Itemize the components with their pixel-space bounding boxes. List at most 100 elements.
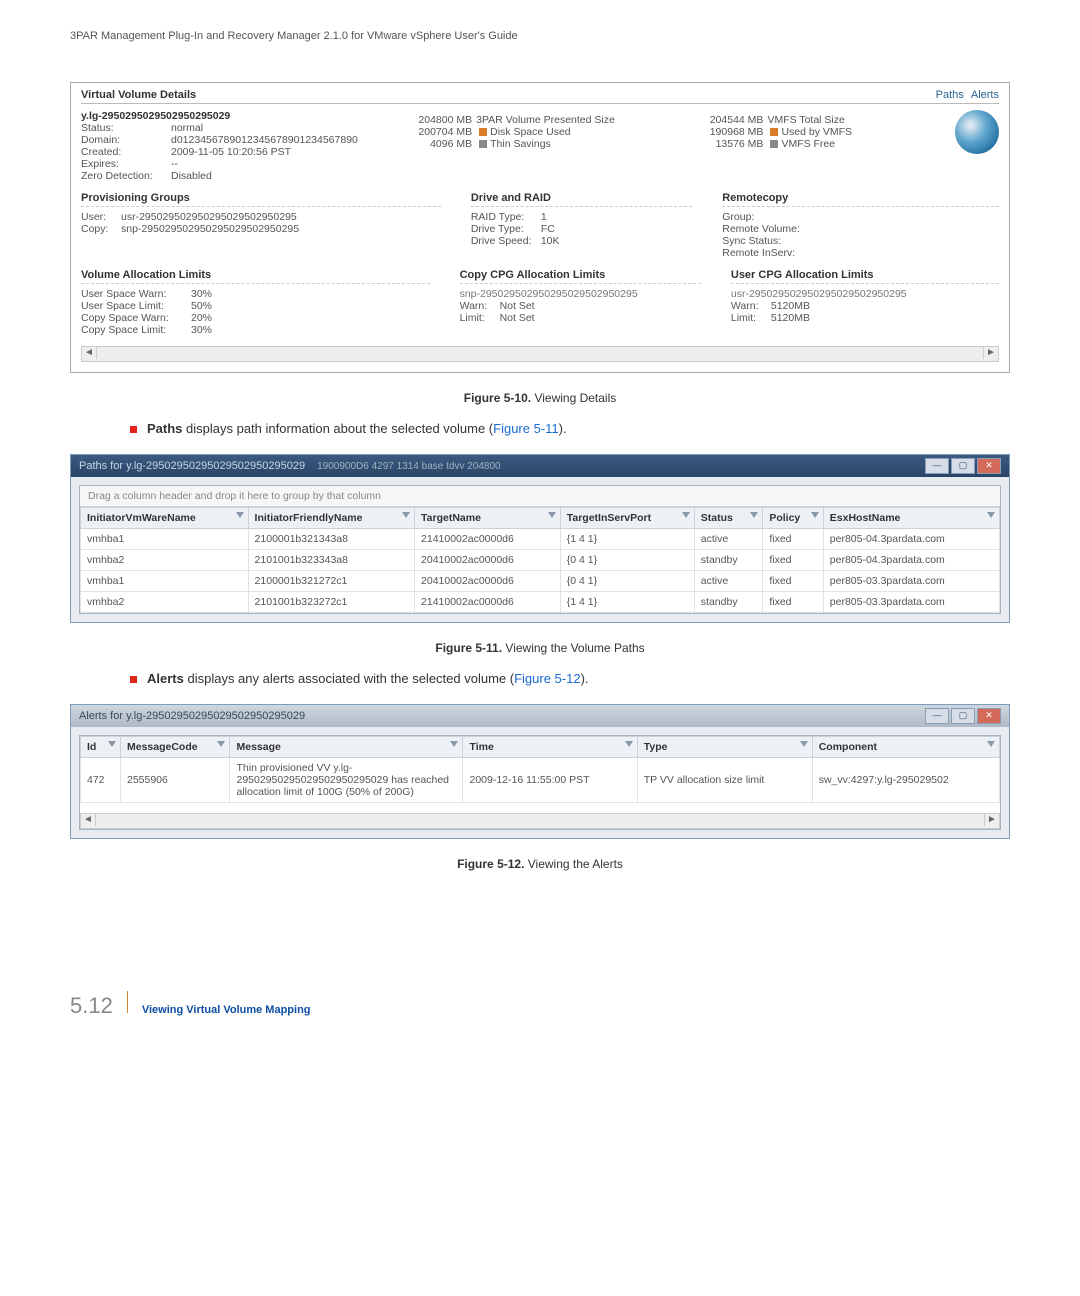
paths-win-ghost: 1900900D6 4297 1314 base tdvv 204800 [317,461,501,472]
col-header[interactable]: Id [81,737,121,758]
col-header[interactable]: Status [694,508,763,529]
filter-icon[interactable] [402,512,410,518]
col-header[interactable]: TargetInServPort [560,508,694,529]
presented-num: 204800 MB [394,114,472,126]
scroll-right-icon[interactable]: ► [983,347,998,359]
table-row[interactable]: vmhba22101001b323272c121410002ac0000d6{1… [81,592,1000,613]
filter-icon[interactable] [987,741,995,747]
prov-groups-h: Provisioning Groups [81,192,441,207]
pie-icon [955,110,999,154]
cell: vmhba1 [81,529,249,550]
cell: active [694,571,763,592]
scroll-left-icon[interactable]: ◄ [81,814,96,826]
table-row[interactable]: vmhba12100001b321272c120410002ac0000d6{0… [81,571,1000,592]
alerts-link[interactable]: Alerts [971,89,999,101]
col-header[interactable]: Time [463,737,637,758]
cell: 20410002ac0000d6 [415,550,561,571]
filter-icon[interactable] [811,512,819,518]
filter-icon[interactable] [682,512,690,518]
csl-v: 30% [191,324,212,336]
created-k: Created: [81,146,171,158]
thin-swatch [479,140,487,148]
filter-icon[interactable] [548,512,556,518]
dspeed-k: Drive Speed: [471,235,541,247]
filter-icon[interactable] [800,741,808,747]
col-header[interactable]: Component [812,737,999,758]
hscroll[interactable]: ◄ ► [81,346,999,362]
csw-v: 20% [191,312,212,324]
climit-v: Not Set [500,312,535,324]
filter-icon[interactable] [987,512,995,518]
created-v: 2009-11-05 10:20:56 PST [171,146,291,158]
col-header[interactable]: Type [637,737,812,758]
filter-icon[interactable] [236,512,244,518]
cell: {0 4 1} [560,550,694,571]
fig11-caption: Figure 5-11. Viewing the Volume Paths [70,641,1010,655]
thin-lbl: Thin Savings [490,138,551,150]
cell: 2100001b321272c1 [248,571,414,592]
cwarn-k: Warn: [460,300,500,312]
table-row[interactable]: 472 2555906 Thin provisioned VV y.lg-295… [81,758,1000,803]
alerts-hscroll[interactable]: ◄ ► [80,813,1000,829]
cell: per805-03.3pardata.com [823,571,999,592]
bullet-icon [130,426,137,433]
filter-icon[interactable] [217,741,225,747]
table-row[interactable]: vmhba22101001b323343a820410002ac0000d6{0… [81,550,1000,571]
col-header[interactable]: MessageCode [120,737,230,758]
cell: per805-03.3pardata.com [823,592,999,613]
paths-win-title: Paths for y.lg-2950295029502950295029502… [79,460,305,472]
domain-v: d0123456789012345678901234567890 [171,134,358,146]
close-button[interactable]: ✕ [977,708,1001,724]
scroll-right-icon[interactable]: ► [984,814,999,826]
diskused-num: 200704 MB [394,126,472,138]
close-button[interactable]: ✕ [977,458,1001,474]
filter-icon[interactable] [750,512,758,518]
filter-icon[interactable] [625,741,633,747]
col-header[interactable]: Policy [763,508,823,529]
csw-k: Copy Space Warn: [81,312,191,324]
cell: fixed [763,592,823,613]
minimize-button[interactable]: — [925,458,949,474]
cell: fixed [763,529,823,550]
cell: fixed [763,571,823,592]
user-cpg-h: User CPG Allocation Limits [731,269,999,284]
paths-link[interactable]: Paths [936,89,964,101]
rvol-k: Remote Volume: [722,223,999,235]
cell: 2101001b323343a8 [248,550,414,571]
cell: 21410002ac0000d6 [415,592,561,613]
cell: fixed [763,550,823,571]
vvd-title: Virtual Volume Details [81,89,196,101]
csl-k: Copy Space Limit: [81,324,191,336]
col-header[interactable]: TargetName [415,508,561,529]
col-header[interactable]: Message [230,737,463,758]
filter-icon[interactable] [108,741,116,747]
user-cpg-sub: usr-295029502950295029502950295 [731,288,999,300]
alert-component: sw_vv:4297:y.lg-295029502 [812,758,999,803]
footer-title: Viewing Virtual Volume Mapping [142,1004,311,1016]
thin-num: 4096 MB [394,138,472,150]
col-header[interactable]: InitiatorFriendlyName [248,508,414,529]
cell: per805-04.3pardata.com [823,550,999,571]
filter-icon[interactable] [450,741,458,747]
vmfs-used-num: 190968 MB [685,126,763,138]
alert-time: 2009-12-16 11:55:00 PST [463,758,637,803]
vmfs-total-num: 204544 MB [685,114,763,126]
group-k: Group: [722,211,999,223]
usl-v: 50% [191,300,212,312]
alert-msg: Thin provisioned VV y.lg-295029502950295… [230,758,463,803]
domain-k: Domain: [81,134,171,146]
maximize-button[interactable]: ▢ [951,708,975,724]
paths-window: Paths for y.lg-2950295029502950295029502… [70,454,1010,623]
scroll-left-icon[interactable]: ◄ [82,347,97,359]
copy-cpg-h: Copy CPG Allocation Limits [460,269,701,284]
fig11-link[interactable]: Figure 5-11 [493,421,559,436]
alert-type: TP VV allocation size limit [637,758,812,803]
maximize-button[interactable]: ▢ [951,458,975,474]
fig12-link[interactable]: Figure 5-12 [514,671,580,686]
col-header[interactable]: EsxHostName [823,508,999,529]
minimize-button[interactable]: — [925,708,949,724]
col-header[interactable]: InitiatorVmWareName [81,508,249,529]
table-row[interactable]: vmhba12100001b321343a821410002ac0000d6{1… [81,529,1000,550]
zero-k: Zero Detection: [81,170,171,182]
user-v: usr-295029502950295029502950295 [121,211,297,223]
